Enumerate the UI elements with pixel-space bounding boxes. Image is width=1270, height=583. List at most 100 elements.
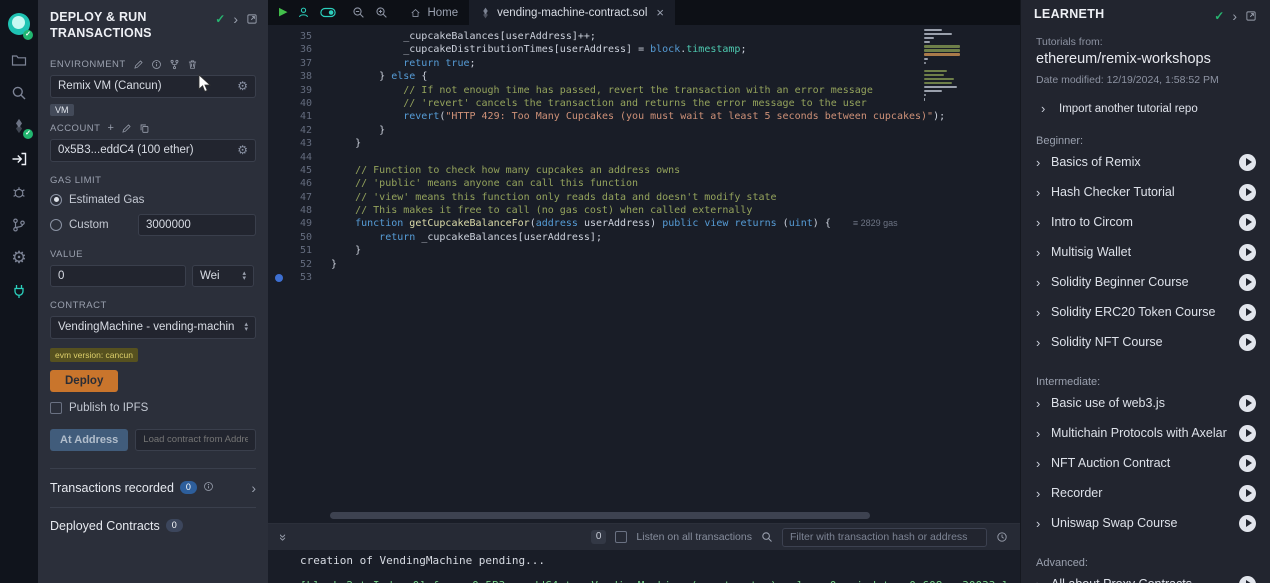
close-tab-icon[interactable]: × (656, 5, 664, 20)
listen-transactions-checkbox[interactable] (615, 531, 627, 543)
tutorial-item[interactable]: ›All about Proxy Contracts (1036, 569, 1256, 583)
environment-info-icon[interactable] (151, 59, 162, 70)
line-number[interactable]: 49 (268, 217, 312, 230)
code-editor[interactable]: 35 _cupcakeBalances[userAddress]++;36 _c… (268, 25, 1020, 523)
play-tutorial-icon[interactable] (1239, 244, 1256, 261)
line-number[interactable]: 46 (268, 177, 312, 190)
line-number[interactable]: 43 (268, 137, 312, 150)
tutorial-item[interactable]: ›Multisig Wallet (1036, 237, 1256, 267)
zoom-out-icon[interactable] (352, 6, 365, 19)
tutorial-item[interactable]: ›Solidity NFT Course (1036, 327, 1256, 357)
value-input[interactable] (50, 265, 186, 287)
learneth-popout-icon[interactable] (1245, 10, 1257, 22)
remix-logo-icon[interactable]: ✓ (0, 5, 38, 43)
file-explorer-icon[interactable] (0, 43, 38, 76)
line-number[interactable]: 39 (268, 84, 312, 97)
tutorial-item[interactable]: ›Solidity ERC20 Token Course (1036, 297, 1256, 327)
value-unit-select[interactable]: Wei ▴▾ (192, 265, 254, 287)
play-tutorial-icon[interactable] (1239, 214, 1256, 231)
tab-active-file[interactable]: vending-machine-contract.sol × (469, 0, 675, 25)
tutorial-item[interactable]: ›Hash Checker Tutorial (1036, 177, 1256, 207)
learneth-chevron-icon[interactable]: › (1232, 11, 1237, 21)
tab-home[interactable]: Home (399, 0, 469, 25)
transactions-info-icon[interactable] (203, 481, 214, 492)
tutorial-item[interactable]: ›Multichain Protocols with Axelar (1036, 418, 1256, 448)
horizontal-scrollbar[interactable] (330, 512, 870, 519)
history-clock-icon[interactable] (996, 531, 1008, 543)
custom-gas-input[interactable] (138, 214, 256, 236)
tutorial-item[interactable]: ›Intro to Circom (1036, 207, 1256, 237)
deployed-contracts-row[interactable]: Deployed Contracts 0 (50, 507, 256, 544)
environment-settings-icon[interactable]: ⚙ (237, 80, 248, 92)
expand-transactions-icon[interactable]: › (251, 480, 256, 496)
account-select[interactable]: 0x5B3...eddC4 (100 ether) ⚙ (50, 139, 256, 162)
edit-environment-icon[interactable] (133, 59, 144, 70)
deploy-and-run-icon[interactable] (0, 142, 38, 175)
tutorial-item[interactable]: ›Recorder (1036, 478, 1256, 508)
line-number[interactable]: 48 (268, 204, 312, 217)
transactions-recorded-row[interactable]: Transactions recorded 0 › (50, 468, 256, 507)
line-number[interactable]: 38 (268, 70, 312, 83)
at-address-input[interactable] (135, 429, 256, 451)
minimap[interactable] (924, 29, 962, 106)
search-icon[interactable] (0, 76, 38, 109)
contract-select[interactable]: VendingMachine - vending-machin ▴▾ (50, 316, 256, 339)
tutorial-item[interactable]: ›Basic use of web3.js (1036, 388, 1256, 418)
panel-popout-icon[interactable] (246, 13, 258, 25)
play-tutorial-icon[interactable] (1239, 485, 1256, 502)
line-number[interactable]: 52 (268, 258, 312, 271)
line-number[interactable]: 45 (268, 164, 312, 177)
panel-chevron-icon[interactable]: › (233, 14, 238, 24)
line-number[interactable]: 53 (268, 271, 312, 284)
tutorial-item[interactable]: ›Basics of Remix (1036, 147, 1256, 177)
line-number[interactable]: 44 (268, 151, 312, 164)
copy-account-icon[interactable] (139, 123, 150, 134)
play-tutorial-icon[interactable] (1239, 576, 1256, 583)
line-number[interactable]: 35 (268, 30, 312, 43)
environment-select[interactable]: Remix VM (Cancun) ⚙ (50, 75, 256, 98)
line-number[interactable]: 50 (268, 231, 312, 244)
at-address-button[interactable]: At Address (50, 429, 128, 451)
line-number[interactable]: 40 (268, 97, 312, 110)
deploy-button[interactable]: Deploy (50, 370, 118, 392)
fork-state-icon[interactable] (169, 59, 180, 70)
play-tutorial-icon[interactable] (1239, 515, 1256, 532)
expand-terminal-icon[interactable]: » (276, 533, 291, 540)
debugger-icon[interactable] (0, 175, 38, 208)
line-number[interactable]: 47 (268, 191, 312, 204)
play-tutorial-icon[interactable] (1239, 304, 1256, 321)
custom-gas-radio[interactable] (50, 219, 62, 231)
import-tutorial-repo[interactable]: › Import another tutorial repo (1036, 101, 1256, 116)
source-control-icon[interactable] (0, 208, 38, 241)
delete-state-icon[interactable] (187, 59, 198, 70)
transaction-filter-input[interactable] (782, 528, 987, 547)
play-tutorial-icon[interactable] (1239, 334, 1256, 351)
account-settings-icon[interactable]: ⚙ (237, 144, 248, 156)
play-tutorial-icon[interactable] (1239, 395, 1256, 412)
line-number[interactable]: 41 (268, 110, 312, 123)
terminal-search-icon[interactable] (761, 531, 773, 543)
tutorial-item[interactable]: ›NFT Auction Contract (1036, 448, 1256, 478)
line-number[interactable]: 36 (268, 43, 312, 56)
zoom-in-icon[interactable] (375, 6, 388, 19)
play-tutorial-icon[interactable] (1239, 425, 1256, 442)
line-number[interactable]: 51 (268, 244, 312, 257)
tutorial-item[interactable]: ›Solidity Beginner Course (1036, 267, 1256, 297)
settings-icon[interactable]: ⚙ (0, 241, 38, 274)
play-tutorial-icon[interactable] (1239, 184, 1256, 201)
solidity-compiler-icon[interactable]: ✓ (0, 109, 38, 142)
line-number[interactable]: 42 (268, 124, 312, 137)
plugin-manager-icon[interactable] (0, 274, 38, 307)
add-account-icon[interactable]: + (107, 124, 113, 133)
play-tutorial-icon[interactable] (1239, 274, 1256, 291)
account-connect-icon[interactable] (297, 6, 310, 19)
theme-toggle-icon[interactable] (320, 6, 336, 19)
estimated-gas-radio[interactable] (50, 194, 62, 206)
play-tutorial-icon[interactable] (1239, 154, 1256, 171)
tutorial-item[interactable]: ›Uniswap Swap Course (1036, 508, 1256, 538)
play-tutorial-icon[interactable] (1239, 455, 1256, 472)
line-number[interactable]: 37 (268, 57, 312, 70)
publish-ipfs-checkbox[interactable] (50, 402, 62, 414)
run-script-icon[interactable]: ▶ (279, 7, 287, 18)
edit-account-icon[interactable] (121, 123, 132, 134)
